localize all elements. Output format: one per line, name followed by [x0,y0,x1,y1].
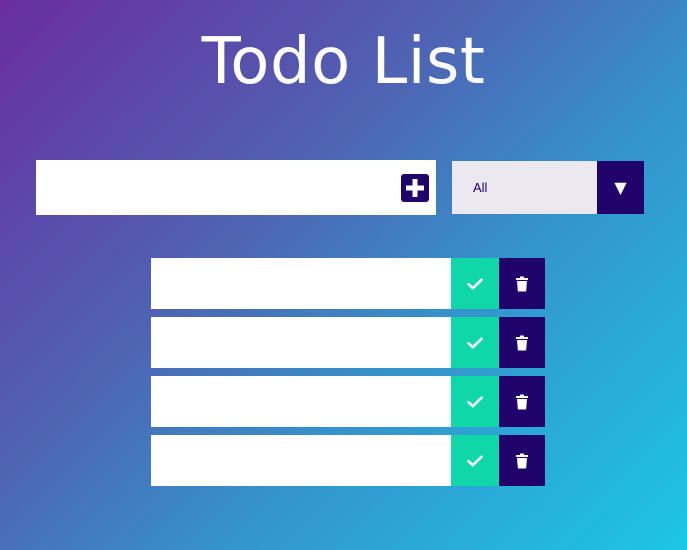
delete-button[interactable] [499,435,545,486]
complete-button[interactable] [451,376,499,427]
todo-text [151,435,451,486]
todo-list [151,258,545,494]
delete-button[interactable] [499,317,545,368]
complete-button[interactable] [451,317,499,368]
delete-button[interactable] [499,258,545,309]
todo-item [151,435,545,486]
todo-input[interactable] [36,160,396,215]
check-icon [467,396,483,407]
trash-icon [516,394,528,409]
trash-icon [516,335,528,350]
trash-icon [516,276,528,291]
todo-item [151,376,545,427]
todo-text [151,258,451,309]
plus-icon [406,179,424,197]
complete-button[interactable] [451,258,499,309]
filter-select[interactable]: All ▼ [452,161,644,214]
todo-text [151,317,451,368]
check-icon [467,455,483,466]
complete-button[interactable] [451,435,499,486]
trash-icon [516,453,528,468]
todo-item [151,258,545,309]
filter-selected-value: All [473,180,488,195]
delete-button[interactable] [499,376,545,427]
add-todo-button[interactable] [401,174,429,202]
check-icon [467,337,483,348]
todo-text [151,376,451,427]
check-icon [467,278,483,289]
page-title: Todo List [201,25,486,99]
caret-down-icon[interactable]: ▼ [597,161,644,214]
todo-form [36,160,436,215]
todo-item [151,317,545,368]
